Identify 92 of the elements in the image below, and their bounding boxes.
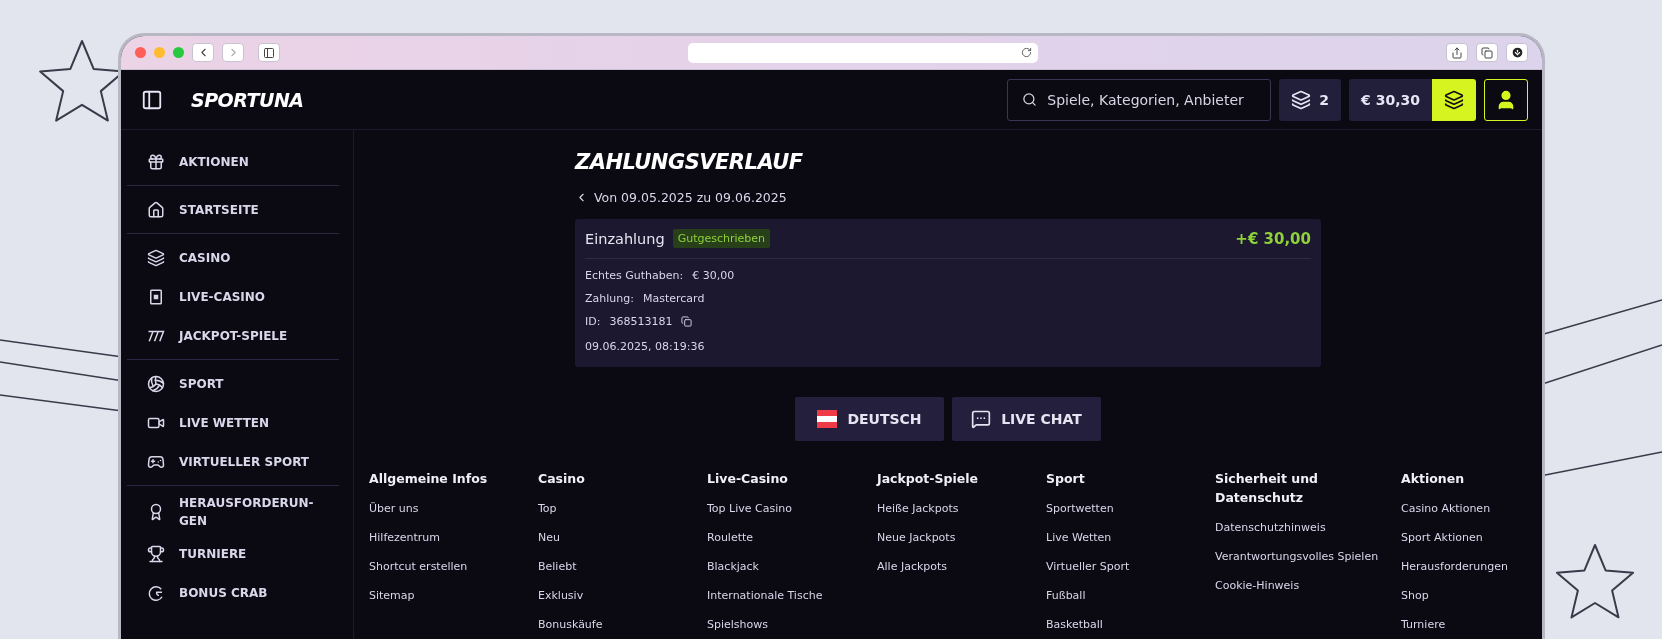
detail-value: Mastercard	[642, 292, 705, 305]
sidebar-item[interactable]: LIVE WETTEN	[127, 403, 339, 442]
flag-icon	[817, 410, 838, 428]
transaction-datetime: 09.06.2025, 08:19:36	[585, 340, 706, 353]
sidebar-toggle-icon[interactable]	[141, 88, 163, 111]
chat-icon	[971, 409, 992, 429]
footer-link[interactable]: Bonuskäufe	[538, 610, 707, 639]
page-title: ZAHLUNGSVERLAUF	[575, 150, 804, 174]
sidebar-icon	[263, 46, 275, 59]
sidebar-item[interactable]: VIRTUELLER SPORT	[127, 442, 339, 481]
sidebar-item[interactable]: JACKPOT-SPIELE	[127, 316, 339, 355]
sidebar-item[interactable]: SPORT	[127, 364, 339, 403]
minimize-dot[interactable]	[154, 47, 165, 58]
sidebar-button[interactable]	[258, 43, 280, 62]
sidebar-item[interactable]: AKTIONEN	[127, 142, 339, 181]
footer-link[interactable]: Turniere	[1401, 610, 1542, 639]
card-icon	[147, 287, 165, 306]
footer-link[interactable]: Sport Aktionen	[1401, 523, 1542, 552]
cards-icon	[147, 248, 165, 267]
tabs-icon	[1481, 46, 1493, 59]
footer-link[interactable]: Shortcut erstellen	[369, 552, 538, 581]
footer-link[interactable]: Exklusiv	[538, 581, 707, 610]
footer-link[interactable]: Virtueller Sport	[1046, 552, 1215, 581]
detail-value: 368513181	[609, 315, 673, 328]
sidebar-item[interactable]: BONUS CRAB	[127, 573, 339, 612]
detail-label: Echtes Guthaben:	[585, 269, 684, 282]
footer-link[interactable]: Neue Jackpots	[877, 523, 1046, 552]
back-button[interactable]	[192, 43, 214, 62]
ball-icon	[147, 374, 165, 393]
footer-link[interactable]: Beliebt	[538, 552, 707, 581]
zoom-dot[interactable]	[173, 47, 184, 58]
home-icon	[147, 200, 165, 219]
copy-icon[interactable]	[681, 316, 693, 327]
footer-link[interactable]: Basketball	[1046, 610, 1215, 639]
footer-link[interactable]: Neu	[538, 523, 707, 552]
footer-heading: Jackpot-Spiele	[877, 470, 979, 488]
footer-link[interactable]: Internationale Tische	[707, 581, 877, 610]
tabs-button[interactable]	[1476, 43, 1498, 62]
sidebar-item[interactable]: TURNIERE	[127, 534, 339, 573]
footer-link[interactable]: Sportwetten	[1046, 494, 1215, 523]
footer-heading: Sicherheit und Datenschutz	[1215, 470, 1319, 507]
footer-heading: Casino	[538, 470, 586, 488]
footer-link[interactable]: Casino Aktionen	[1401, 494, 1542, 523]
transaction-type: Einzahlung	[585, 230, 665, 247]
footer-link[interactable]: Cookie-Hinweis	[1215, 571, 1401, 600]
share-icon	[1451, 46, 1463, 59]
date-range-link[interactable]: Von 09.05.2025 zu 09.06.2025	[575, 190, 787, 205]
search-icon	[1022, 92, 1038, 107]
footer-link[interactable]: Über uns	[369, 494, 538, 523]
logo[interactable]: SPORTUNA	[191, 88, 304, 111]
footer-heading: Aktionen	[1401, 470, 1466, 488]
footer-link[interactable]: Top Live Casino	[707, 494, 877, 523]
detail-label: Zahlung:	[585, 292, 634, 305]
footer-link[interactable]: Shop	[1401, 581, 1542, 610]
deposit-button[interactable]	[1432, 78, 1476, 121]
footer-link[interactable]: Alle Jackpots	[877, 552, 1046, 581]
status-badge: Gutgeschrieben	[672, 229, 771, 248]
sidebar-item[interactable]: LIVE-CASINO	[127, 277, 339, 316]
profile-button[interactable]	[1484, 78, 1528, 121]
detail-label: ID:	[585, 315, 601, 328]
footer-link[interactable]: Datenschutzhinweis	[1215, 513, 1401, 542]
download-icon	[1510, 46, 1524, 59]
footer-link[interactable]: Blackjack	[707, 552, 877, 581]
trophy-icon	[147, 544, 165, 563]
reload-icon[interactable]	[1021, 47, 1032, 58]
live-chat-button[interactable]: LIVE CHAT	[952, 397, 1101, 441]
footer-link[interactable]: Roulette	[707, 523, 877, 552]
search-field[interactable]: Spiele, Kategorien, Anbieter	[1007, 78, 1272, 121]
share-button[interactable]	[1446, 43, 1468, 62]
gift-icon	[147, 152, 165, 171]
footer-link[interactable]: Hilfezentrum	[369, 523, 538, 552]
footer-link[interactable]: Herausforderungen	[1401, 552, 1542, 581]
footer-link[interactable]: Heiße Jackpots	[877, 494, 1046, 523]
footer-link[interactable]: Verantwortungsvolles Spielen	[1215, 542, 1401, 571]
sidebar-item[interactable]: CASINO	[127, 238, 339, 277]
detail-value: € 30,00	[692, 269, 735, 282]
sidebar-item[interactable]: STARTSEITE	[127, 190, 339, 229]
sidebar-item[interactable]: HERAUSFORDERUN-GEN	[127, 490, 339, 534]
footer-link[interactable]: Sitemap	[369, 581, 538, 610]
footer-heading: Sport	[1046, 470, 1086, 488]
coins-counter[interactable]: 2	[1279, 78, 1342, 121]
download-button[interactable]	[1506, 43, 1528, 62]
language-button[interactable]: DEUTSCH	[795, 397, 944, 441]
footer-link[interactable]: Live Wetten	[1046, 523, 1215, 552]
footer-link[interactable]: Fußball	[1046, 581, 1215, 610]
transaction-amount: +€ 30,00	[1235, 229, 1311, 248]
footer-heading: Allgemeine Infos	[369, 470, 489, 488]
close-dot[interactable]	[135, 47, 146, 58]
footer-link[interactable]: Spielshows	[707, 610, 877, 639]
balance-display[interactable]: € 30,30	[1349, 78, 1432, 121]
footer-link[interactable]: Top	[538, 494, 707, 523]
footer-heading: Live-Casino	[707, 470, 789, 488]
